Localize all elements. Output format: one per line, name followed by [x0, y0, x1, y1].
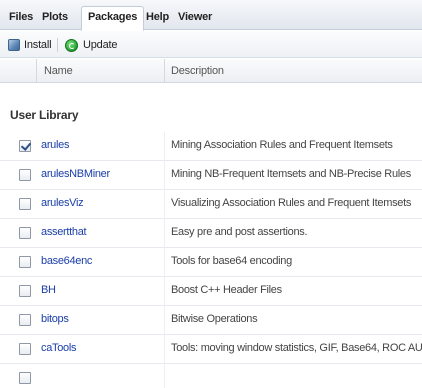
table-row: arules Mining Association Rules and Freq… — [0, 132, 422, 161]
package-name-link[interactable]: BH — [41, 284, 56, 296]
install-icon — [8, 39, 20, 51]
column-header-description[interactable]: Description — [171, 65, 224, 77]
column-divider — [164, 277, 165, 306]
packages-toolbar: Install Update — [0, 31, 422, 58]
section-user-library: User Library — [10, 108, 79, 122]
column-divider — [164, 161, 165, 190]
package-load-checkbox[interactable] — [19, 372, 31, 384]
column-divider — [164, 59, 165, 83]
package-load-checkbox[interactable] — [19, 285, 31, 297]
package-description: Visualizing Association Rules and Freque… — [171, 197, 412, 209]
update-button-label: Update — [83, 39, 118, 51]
package-description: Tools for base64 encoding — [171, 255, 292, 267]
column-divider — [164, 364, 165, 388]
column-divider — [164, 219, 165, 248]
package-name-link[interactable]: arulesNBMiner — [41, 168, 110, 180]
pane-tab-bar: Files Plots Packages Help Viewer — [0, 0, 422, 31]
package-name-link[interactable]: assertthat — [41, 226, 87, 238]
table-row: BH Boost C++ Header Files — [0, 277, 422, 306]
table-row: base64enc Tools for base64 encoding — [0, 248, 422, 277]
package-load-checkbox[interactable] — [19, 140, 31, 152]
column-divider — [164, 190, 165, 219]
column-divider — [164, 132, 165, 161]
table-row: arulesNBMiner Mining NB-Frequent Itemset… — [0, 161, 422, 190]
column-divider — [164, 248, 165, 277]
tab-plots[interactable]: Plots — [36, 7, 74, 30]
package-load-checkbox[interactable] — [19, 227, 31, 239]
install-button[interactable]: Install — [8, 36, 52, 54]
table-row: arulesViz Visualizing Association Rules … — [0, 190, 422, 219]
package-load-checkbox[interactable] — [19, 343, 31, 355]
update-icon — [65, 38, 78, 52]
package-name-link[interactable]: bitops — [41, 313, 69, 325]
package-name-link[interactable]: caTools — [41, 342, 77, 354]
table-row: bitops Bitwise Operations — [0, 306, 422, 335]
package-load-checkbox[interactable] — [19, 256, 31, 268]
package-name-link[interactable]: base64enc — [41, 255, 92, 267]
package-description: Mining Association Rules and Frequent It… — [171, 139, 393, 151]
package-name-link[interactable]: arules — [41, 139, 69, 151]
tab-viewer[interactable]: Viewer — [172, 7, 218, 30]
package-name-link[interactable]: arulesViz — [41, 197, 84, 209]
package-description: Bitwise Operations — [171, 313, 258, 325]
package-description: Easy pre and post assertions. — [171, 226, 308, 238]
toolbar-separator — [57, 38, 58, 52]
tab-packages[interactable]: Packages — [81, 6, 145, 31]
column-header-name[interactable]: Name — [44, 65, 73, 77]
package-load-checkbox[interactable] — [19, 169, 31, 181]
package-description: Mining NB-Frequent Itemsets and NB-Preci… — [171, 168, 411, 180]
package-load-checkbox[interactable] — [19, 314, 31, 326]
update-button[interactable]: Update — [65, 36, 117, 54]
column-divider — [164, 306, 165, 335]
tab-help[interactable]: Help — [140, 7, 175, 30]
package-description: Boost C++ Header Files — [171, 284, 282, 296]
column-divider — [36, 59, 37, 83]
table-row-partial — [0, 364, 422, 388]
tab-files[interactable]: Files — [3, 7, 39, 30]
package-load-checkbox[interactable] — [19, 198, 31, 210]
package-description: Tools: moving window statistics, GIF, Ba… — [171, 342, 422, 354]
table-row: assertthat Easy pre and post assertions. — [0, 219, 422, 248]
column-divider — [164, 335, 165, 364]
table-header: Name Description — [0, 59, 422, 83]
table-row: caTools Tools: moving window statistics,… — [0, 335, 422, 364]
install-button-label: Install — [24, 39, 52, 51]
